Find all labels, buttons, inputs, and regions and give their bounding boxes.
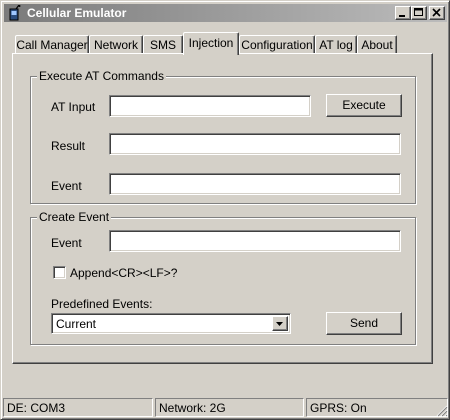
append-crlf-label: Append<CR><LF>?	[70, 266, 178, 280]
append-crlf-checkbox[interactable]	[53, 266, 66, 279]
create-event-label: Event	[51, 236, 82, 250]
tab-at-log[interactable]: AT log	[315, 35, 357, 54]
close-button[interactable]	[429, 6, 445, 20]
execute-group-title: Execute AT Commands	[37, 69, 166, 83]
minimize-icon	[399, 15, 405, 17]
execute-event-label: Event	[51, 179, 82, 193]
window-title: Cellular Emulator	[27, 6, 127, 20]
at-input-field[interactable]	[109, 95, 311, 117]
tab-configuration[interactable]: Configuration	[239, 35, 315, 54]
tab-injection[interactable]: Injection	[183, 32, 239, 55]
tab-sms[interactable]: SMS	[143, 35, 183, 54]
injection-panel: Execute AT Commands AT Input Execute Res…	[12, 53, 433, 364]
minimize-button[interactable]	[395, 6, 411, 20]
dropdown-button[interactable]	[272, 316, 288, 331]
chevron-down-icon	[276, 322, 283, 326]
result-field[interactable]	[109, 133, 401, 155]
create-event-field[interactable]	[109, 230, 401, 252]
predefined-events-label: Predefined Events:	[51, 297, 153, 311]
execute-event-field[interactable]	[109, 173, 401, 195]
predefined-events-dropdown[interactable]: Current	[51, 313, 291, 334]
create-group-title: Create Event	[37, 210, 112, 224]
tab-call-manager[interactable]: Call Manager	[15, 35, 89, 54]
cellular-app-icon	[7, 4, 23, 21]
predefined-events-value: Current	[56, 317, 97, 331]
maximize-icon	[414, 8, 423, 16]
maximize-button[interactable]	[411, 6, 427, 20]
status-gprs: GPRS: On	[306, 398, 448, 417]
execute-button[interactable]: Execute	[326, 94, 402, 117]
status-port: DE: COM3	[3, 398, 153, 417]
tab-about[interactable]: About	[357, 35, 397, 54]
tab-network[interactable]: Network	[89, 35, 143, 54]
send-button[interactable]: Send	[326, 312, 402, 335]
status-bar: DE: COM3 Network: 2G GPRS: On	[3, 398, 449, 418]
result-label: Result	[51, 139, 86, 153]
close-icon	[432, 8, 441, 17]
status-network: Network: 2G	[155, 398, 304, 417]
resize-grip-icon[interactable]	[436, 405, 448, 417]
emulator-window: Cellular Emulator Call Manager Network S…	[0, 0, 450, 420]
at-input-label: AT Input	[51, 100, 96, 114]
title-bar[interactable]: Cellular Emulator	[4, 4, 447, 22]
